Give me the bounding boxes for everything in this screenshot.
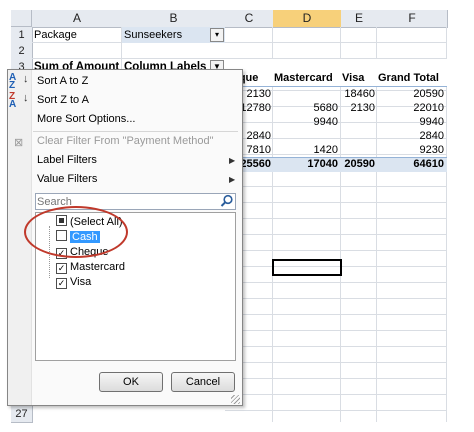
select-all-corner[interactable] xyxy=(11,10,32,27)
column-header-e[interactable]: E xyxy=(341,10,378,28)
magnifier-icon[interactable] xyxy=(220,194,234,208)
column-header-c[interactable]: C xyxy=(225,10,274,28)
cell-f4[interactable]: Grand Total xyxy=(378,70,446,86)
checkmark-icon[interactable]: ✓ xyxy=(56,278,67,289)
pivot-cell-f[interactable]: 22010 xyxy=(378,101,444,115)
pivot-cell-d[interactable]: 5680 xyxy=(274,101,338,115)
filter-item-mastercard[interactable]: ✓ Mastercard xyxy=(56,260,125,275)
row-header-2[interactable]: 2 xyxy=(11,43,33,60)
pivot-cell-e[interactable]: 2130 xyxy=(342,101,375,115)
cancel-button[interactable]: Cancel xyxy=(171,372,235,392)
menu-more-sort-options[interactable]: More Sort Options... xyxy=(37,109,135,129)
sort-z-to-a-icon: ZA xyxy=(9,91,17,110)
filter-item-visa[interactable]: ✓ Visa xyxy=(56,275,91,290)
menu-sort-a-to-z[interactable]: Sort A to Z xyxy=(37,71,88,91)
sort-arrow-icon: ↓ xyxy=(23,73,29,85)
active-cell[interactable] xyxy=(272,259,342,276)
submenu-arrow-icon: ▶ xyxy=(229,156,236,165)
pivot-cell-f[interactable]: 9940 xyxy=(378,115,444,129)
filter-funnel-icon[interactable]: ▾ xyxy=(210,28,224,42)
pivot-cell-e[interactable]: 18460 xyxy=(342,87,375,101)
cell-a1[interactable]: Package xyxy=(34,27,120,43)
resize-grip-icon[interactable] xyxy=(231,395,240,404)
ok-button[interactable]: OK xyxy=(99,372,163,392)
column-header-a[interactable]: A xyxy=(32,10,123,28)
menu-clear-filter[interactable]: Clear Filter From "Payment Method" xyxy=(37,131,214,151)
total-cell-f[interactable]: 64610 xyxy=(378,157,444,172)
row-header-1[interactable]: 1 xyxy=(11,27,33,44)
row-header-27[interactable]: 27 xyxy=(11,406,33,423)
cell-e4[interactable]: Visa xyxy=(342,70,376,86)
filter-item-label: Mastercard xyxy=(70,261,126,273)
column-header-b[interactable]: B xyxy=(122,10,226,28)
pivot-cell-f[interactable]: 9230 xyxy=(378,143,444,157)
pivot-cell-d[interactable]: 1420 xyxy=(274,143,338,157)
menu-value-filters[interactable]: Value Filters xyxy=(37,169,97,189)
checkmark-icon[interactable]: ✓ xyxy=(56,263,67,274)
cell-d4[interactable]: Mastercard xyxy=(274,70,340,86)
clear-filter-icon: ⊠ xyxy=(14,137,24,149)
annotation-ellipse xyxy=(24,206,128,258)
pivot-cell-f[interactable]: 2840 xyxy=(378,129,444,143)
total-cell-d[interactable]: 17040 xyxy=(274,157,338,172)
sort-a-to-z-icon: AZ xyxy=(9,72,17,91)
menu-label-filters[interactable]: Label Filters xyxy=(37,150,97,170)
pivot-cell-d[interactable]: 9940 xyxy=(274,115,338,129)
total-cell-e[interactable]: 20590 xyxy=(342,157,375,172)
sort-arrow-icon: ↓ xyxy=(23,92,29,104)
submenu-arrow-icon: ▶ xyxy=(229,175,236,184)
column-header-d[interactable]: D xyxy=(273,10,342,28)
menu-sort-z-to-a[interactable]: Sort Z to A xyxy=(37,90,89,110)
cell-b1[interactable]: Sunseekers xyxy=(124,27,210,43)
pivot-cell-f[interactable]: 20590 xyxy=(378,87,444,101)
column-header-f[interactable]: F xyxy=(377,10,448,28)
filter-item-label: Visa xyxy=(70,276,92,288)
